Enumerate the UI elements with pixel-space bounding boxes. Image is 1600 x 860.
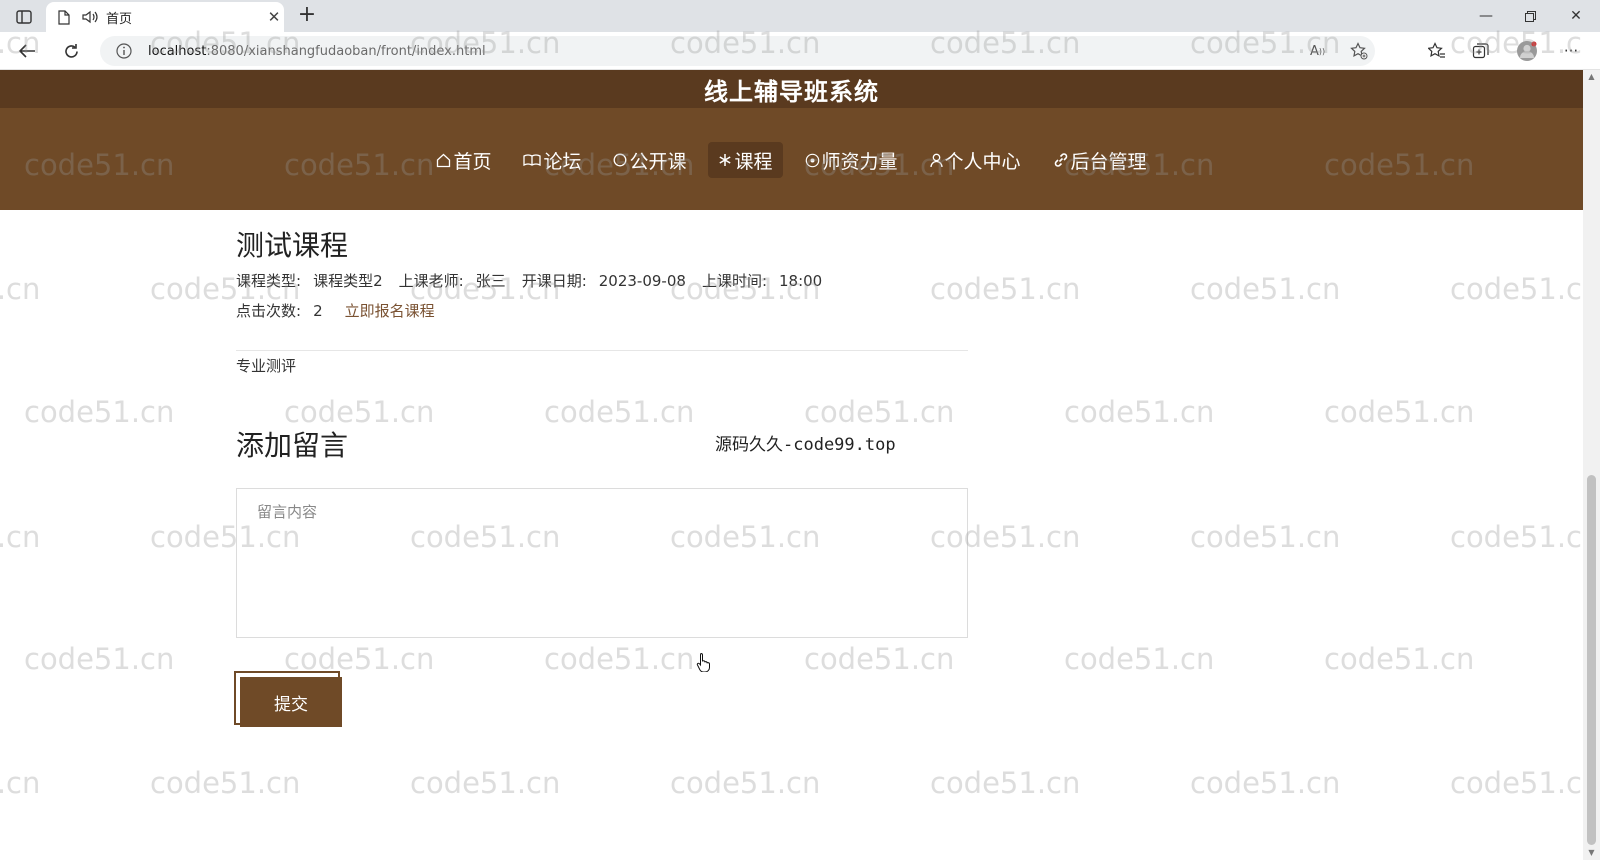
site-title-bar: 线上辅导班系统: [0, 70, 1583, 108]
watermark-text: code51.cn: [544, 642, 695, 676]
url-path: :8080/xianshangfudaoban/front/index.html: [206, 43, 486, 59]
submit-button[interactable]: 提交: [240, 677, 342, 727]
submit-button-frame: 提交: [234, 671, 342, 727]
profile-avatar[interactable]: [1514, 39, 1540, 63]
enroll-course-link[interactable]: 立即报名课程: [345, 300, 435, 321]
scroll-down-icon[interactable]: ▼: [1583, 846, 1600, 860]
course-description: 专业测评: [236, 357, 297, 375]
url-field[interactable]: localhost:8080/xianshangfudaoban/front/i…: [100, 36, 1375, 66]
restore-icon[interactable]: [1510, 4, 1550, 28]
watermark-text: code51.cn: [804, 395, 955, 429]
scroll-up-icon[interactable]: ▲: [1583, 70, 1600, 84]
source-note: 源码久久-code99.top: [715, 435, 896, 455]
course-type-value: 课程类型2: [313, 272, 383, 290]
comment-heading: 添加留言: [236, 429, 349, 462]
link-icon: [1053, 152, 1069, 168]
refresh-icon[interactable]: [58, 39, 84, 63]
start-date-label: 开课日期:: [521, 272, 587, 290]
browser-tab-active[interactable]: 首页 ✕: [46, 2, 284, 32]
watermark-text: code51.cn: [1064, 395, 1215, 429]
hand-cursor-icon: [696, 652, 712, 673]
watermark-text: code51.cn: [670, 766, 821, 800]
nav-item-2[interactable]: 公开课: [603, 142, 696, 178]
nav-item-4[interactable]: 师资力量: [795, 142, 908, 178]
site-info-icon[interactable]: [116, 43, 136, 59]
watermark-text: code51.cn: [1190, 766, 1341, 800]
page-icon: [58, 9, 76, 25]
section-divider: [236, 350, 968, 351]
watermark-text: code51.cn: [930, 766, 1081, 800]
nav-label: 公开课: [629, 150, 687, 173]
tab-actions-icon[interactable]: [10, 6, 38, 28]
nav-label: 个人中心: [944, 150, 1021, 173]
course-meta-row: 课程类型: 课程类型2 上课老师: 张三 开课日期: 2023-09-08 上课…: [236, 270, 838, 291]
vertical-scrollbar[interactable]: ▲ ▼: [1583, 70, 1600, 860]
watermark-text: code51.cn: [410, 766, 561, 800]
watermark-text: code51.cn: [24, 395, 175, 429]
user-icon: [929, 153, 943, 168]
nav-item-1[interactable]: 论坛: [513, 142, 591, 178]
watermark-text: code51.cn: [150, 766, 301, 800]
watermark-text: code51.cn: [0, 520, 41, 554]
more-options-icon[interactable]: ···: [1558, 39, 1584, 63]
watermark-text: code51.cn: [0, 766, 41, 800]
nav-item-0[interactable]: 首页: [426, 142, 501, 178]
teacher-value: 张三: [475, 272, 506, 290]
course-title: 测试课程: [236, 229, 349, 262]
nav-label: 后台管理: [1070, 150, 1147, 173]
course-type-label: 课程类型:: [236, 272, 302, 290]
site-header: 线上辅导班系统 首页 论坛 公开课 课程 师资力量 个人中心 后台管理: [0, 70, 1583, 210]
watermark-text: code51.cn: [804, 642, 955, 676]
back-icon[interactable]: [14, 39, 40, 63]
watermark-text: code51.cn: [1450, 766, 1583, 800]
watermark-text: code51.cn: [24, 642, 175, 676]
comment-textarea[interactable]: [236, 488, 968, 638]
nav-item-3[interactable]: 课程: [708, 142, 783, 178]
target-icon: [805, 153, 820, 168]
watermark-text: code51.cn: [0, 272, 41, 306]
watermark-text: code51.cn: [544, 395, 695, 429]
read-aloud-icon[interactable]: A)): [1310, 40, 1325, 62]
browser-tab-strip: 首页 ✕ + — ✕: [0, 0, 1600, 32]
collections-icon[interactable]: [1468, 39, 1494, 63]
address-toolbar: localhost:8080/xianshangfudaoban/front/i…: [0, 32, 1600, 70]
nav-label: 首页: [453, 150, 492, 173]
site-title: 线上辅导班系统: [704, 77, 879, 106]
class-time-value: 18:00: [779, 271, 823, 290]
nav-label: 课程: [734, 150, 773, 173]
url-host: localhost: [148, 43, 207, 59]
snowflake-icon: [718, 153, 732, 167]
nav-label: 论坛: [543, 150, 582, 173]
favorites-icon[interactable]: [1424, 39, 1450, 63]
circle-icon: [613, 153, 627, 167]
clicks-value: 2: [313, 301, 323, 320]
course-clicks-row: 点击次数: 2 立即报名课程: [236, 300, 435, 321]
class-time-label: 上课时间:: [701, 272, 767, 290]
start-date-value: 2023-09-08: [598, 271, 686, 290]
watermark-text: code51.cn: [1450, 272, 1583, 306]
teacher-label: 上课老师:: [398, 272, 464, 290]
watermark-text: code51.cn: [930, 272, 1081, 306]
tab-title: 首页: [106, 11, 133, 27]
new-tab-icon[interactable]: +: [294, 4, 320, 28]
watermark-text: code51.cn: [1324, 642, 1475, 676]
minimize-icon[interactable]: —: [1466, 4, 1506, 28]
close-window-icon[interactable]: ✕: [1556, 4, 1596, 28]
watermark-text: code51.cn: [1450, 520, 1583, 554]
nav-label: 师资力量: [821, 150, 898, 173]
watermark-text: code51.cn: [1064, 642, 1215, 676]
watermark-text: code51.cn: [1324, 395, 1475, 429]
watermark-text: code51.cn: [1190, 272, 1341, 306]
speaker-icon[interactable]: [82, 10, 100, 24]
add-favorite-icon[interactable]: [1350, 40, 1368, 62]
watermark-text: code51.cn: [1190, 520, 1341, 554]
main-navigation: 首页 论坛 公开课 课程 师资力量 个人中心 后台管理: [0, 142, 1583, 178]
clicks-label: 点击次数:: [236, 302, 302, 320]
book-icon: [523, 153, 542, 167]
nav-item-6[interactable]: 后台管理: [1043, 142, 1157, 178]
home-icon: [436, 153, 451, 168]
tab-close-icon[interactable]: ✕: [264, 8, 284, 26]
scrollbar-thumb[interactable]: [1587, 475, 1596, 845]
nav-item-5[interactable]: 个人中心: [920, 142, 1031, 178]
